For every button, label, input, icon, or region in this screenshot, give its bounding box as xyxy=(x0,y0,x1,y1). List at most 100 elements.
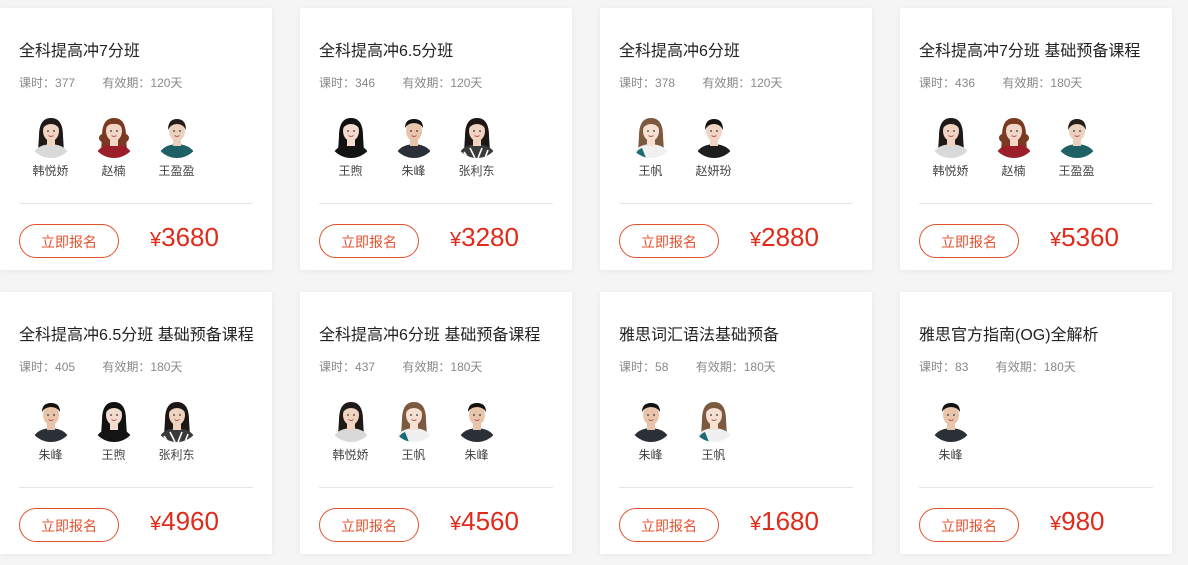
lesson-count: 课时：377 xyxy=(19,74,75,91)
validity-label: 有效期： xyxy=(695,360,744,374)
course-title[interactable]: 全科提高冲6.5分班 xyxy=(319,37,453,61)
teacher-avatar[interactable] xyxy=(27,396,74,442)
enroll-button[interactable]: 立即报名 xyxy=(19,508,119,542)
course-meta: 课时：83 有效期：180天 xyxy=(919,358,1076,375)
validity-period: 有效期：180天 xyxy=(996,358,1076,375)
teacher-name: 王帆 xyxy=(701,448,726,462)
validity-value: 120天 xyxy=(450,76,483,90)
teacher[interactable]: 朱峰 xyxy=(19,396,82,468)
teacher-name: 王盈盈 xyxy=(1058,164,1095,178)
teacher[interactable]: 张利东 xyxy=(445,112,508,184)
course-card-1[interactable]: 全科提高冲7分班 课时：377 有效期：120天 韩悦娇 赵楠 王盈盈 立即报名… xyxy=(0,8,272,270)
teacher[interactable]: 王煦 xyxy=(82,396,145,468)
course-title[interactable]: 雅思词汇语法基础预备 xyxy=(619,321,779,345)
enroll-button[interactable]: 立即报名 xyxy=(19,224,119,258)
teacher-avatar[interactable] xyxy=(927,112,974,158)
teacher[interactable]: 赵妍玢 xyxy=(682,112,745,184)
teacher[interactable]: 韩悦娇 xyxy=(919,112,982,184)
teacher-avatar[interactable] xyxy=(627,112,674,158)
teacher[interactable]: 王帆 xyxy=(682,396,745,468)
teacher-name: 张利东 xyxy=(158,448,195,462)
course-meta: 课时：378 有效期：120天 xyxy=(619,74,782,91)
validity-period: 有效期：180天 xyxy=(102,358,182,375)
teacher-name: 朱峰 xyxy=(401,164,426,178)
lesson-count: 课时：58 xyxy=(619,358,668,375)
price-value: 3280 xyxy=(461,222,519,252)
lesson-count-label: 课时： xyxy=(919,360,956,374)
enroll-button[interactable]: 立即报名 xyxy=(619,508,719,542)
enroll-button[interactable]: 立即报名 xyxy=(319,508,419,542)
teacher-list: 朱峰 xyxy=(919,396,982,468)
course-title[interactable]: 全科提高冲7分班 xyxy=(19,37,140,61)
teacher[interactable]: 韩悦娇 xyxy=(319,396,382,468)
course-title[interactable]: 雅思官方指南(OG)全解析 xyxy=(919,321,1099,345)
enroll-button[interactable]: 立即报名 xyxy=(319,224,419,258)
enroll-button[interactable]: 立即报名 xyxy=(919,224,1019,258)
teacher-avatar[interactable] xyxy=(27,112,74,158)
teacher-name: 赵楠 xyxy=(1001,164,1026,178)
teacher-avatar[interactable] xyxy=(690,112,737,158)
teacher[interactable]: 王盈盈 xyxy=(1045,112,1108,184)
course-card-4[interactable]: 全科提高冲7分班 基础预备课程 课时：436 有效期：180天 韩悦娇 赵楠 王… xyxy=(900,8,1172,270)
enroll-button[interactable]: 立即报名 xyxy=(919,508,1019,542)
teacher-avatar[interactable] xyxy=(90,396,137,442)
validity-value: 180天 xyxy=(1043,360,1076,374)
teacher-name: 王煦 xyxy=(101,448,126,462)
course-meta: 课时：436 有效期：180天 xyxy=(919,74,1082,91)
teacher-list: 韩悦娇 赵楠 王盈盈 xyxy=(19,112,208,184)
teacher-avatar[interactable] xyxy=(1053,112,1100,158)
teacher-avatar[interactable] xyxy=(90,112,137,158)
teacher-avatar[interactable] xyxy=(453,112,500,158)
teacher[interactable]: 赵楠 xyxy=(982,112,1045,184)
course-title[interactable]: 全科提高冲6分班 基础预备课程 xyxy=(319,321,540,345)
teacher-name: 朱峰 xyxy=(638,448,663,462)
teacher-avatar[interactable] xyxy=(690,396,737,442)
currency-symbol: ¥ xyxy=(150,229,162,251)
teacher-avatar[interactable] xyxy=(927,396,974,442)
teacher[interactable]: 王盈盈 xyxy=(145,112,208,184)
teacher-avatar[interactable] xyxy=(390,396,437,442)
teacher-avatar[interactable] xyxy=(990,112,1037,158)
teacher-avatar[interactable] xyxy=(453,396,500,442)
lesson-count-label: 课时： xyxy=(619,360,656,374)
currency-symbol: ¥ xyxy=(450,229,462,251)
currency-symbol: ¥ xyxy=(150,513,162,535)
currency-symbol: ¥ xyxy=(750,513,762,535)
teacher[interactable]: 韩悦娇 xyxy=(19,112,82,184)
course-title[interactable]: 全科提高冲7分班 基础预备课程 xyxy=(919,37,1140,61)
price-value: 3680 xyxy=(161,222,219,252)
course-card-6[interactable]: 全科提高冲6分班 基础预备课程 课时：437 有效期：180天 韩悦娇 王帆 朱… xyxy=(300,292,572,554)
teacher[interactable]: 王煦 xyxy=(319,112,382,184)
teacher-avatar[interactable] xyxy=(390,112,437,158)
teacher-name: 赵妍玢 xyxy=(695,164,732,178)
course-title[interactable]: 全科提高冲6.5分班 基础预备课程 xyxy=(19,321,254,345)
course-card-2[interactable]: 全科提高冲6.5分班 课时：346 有效期：120天 王煦 朱峰 张利东 立即报… xyxy=(300,8,572,270)
teacher[interactable]: 张利东 xyxy=(145,396,208,468)
course-card-5[interactable]: 全科提高冲6.5分班 基础预备课程 课时：405 有效期：180天 朱峰 王煦 … xyxy=(0,292,272,554)
validity-period: 有效期：180天 xyxy=(1002,74,1082,91)
enroll-button[interactable]: 立即报名 xyxy=(619,224,719,258)
course-card-8[interactable]: 雅思官方指南(OG)全解析 课时：83 有效期：180天 朱峰 立即报名 ¥98… xyxy=(900,292,1172,554)
lesson-count: 课时：83 xyxy=(919,358,968,375)
teacher-avatar[interactable] xyxy=(153,112,200,158)
teacher[interactable]: 朱峰 xyxy=(919,396,982,468)
course-card-7[interactable]: 雅思词汇语法基础预备 课时：58 有效期：180天 朱峰 王帆 立即报名 ¥16… xyxy=(600,292,872,554)
teacher[interactable]: 王帆 xyxy=(619,112,682,184)
course-title[interactable]: 全科提高冲6分班 xyxy=(619,37,740,61)
teacher-avatar[interactable] xyxy=(627,396,674,442)
course-card-3[interactable]: 全科提高冲6分班 课时：378 有效期：120天 王帆 赵妍玢 立即报名 ¥28… xyxy=(600,8,872,270)
teacher[interactable]: 朱峰 xyxy=(382,112,445,184)
lesson-count: 课时：436 xyxy=(919,74,975,91)
teacher-avatar[interactable] xyxy=(327,396,374,442)
price-value: 5360 xyxy=(1061,222,1119,252)
teacher-name: 韩悦娇 xyxy=(932,164,969,178)
teacher[interactable]: 赵楠 xyxy=(82,112,145,184)
teacher-name: 王帆 xyxy=(638,164,663,178)
teacher[interactable]: 朱峰 xyxy=(619,396,682,468)
teacher[interactable]: 王帆 xyxy=(382,396,445,468)
teacher[interactable]: 朱峰 xyxy=(445,396,508,468)
teacher-avatar[interactable] xyxy=(153,396,200,442)
teacher-avatar[interactable] xyxy=(327,112,374,158)
lesson-count-value: 405 xyxy=(55,360,76,374)
course-grid: 全科提高冲7分班 课时：377 有效期： 120天 韩悦娇 赵楠 王盈盈 立即报名… xyxy=(0,0,1188,565)
